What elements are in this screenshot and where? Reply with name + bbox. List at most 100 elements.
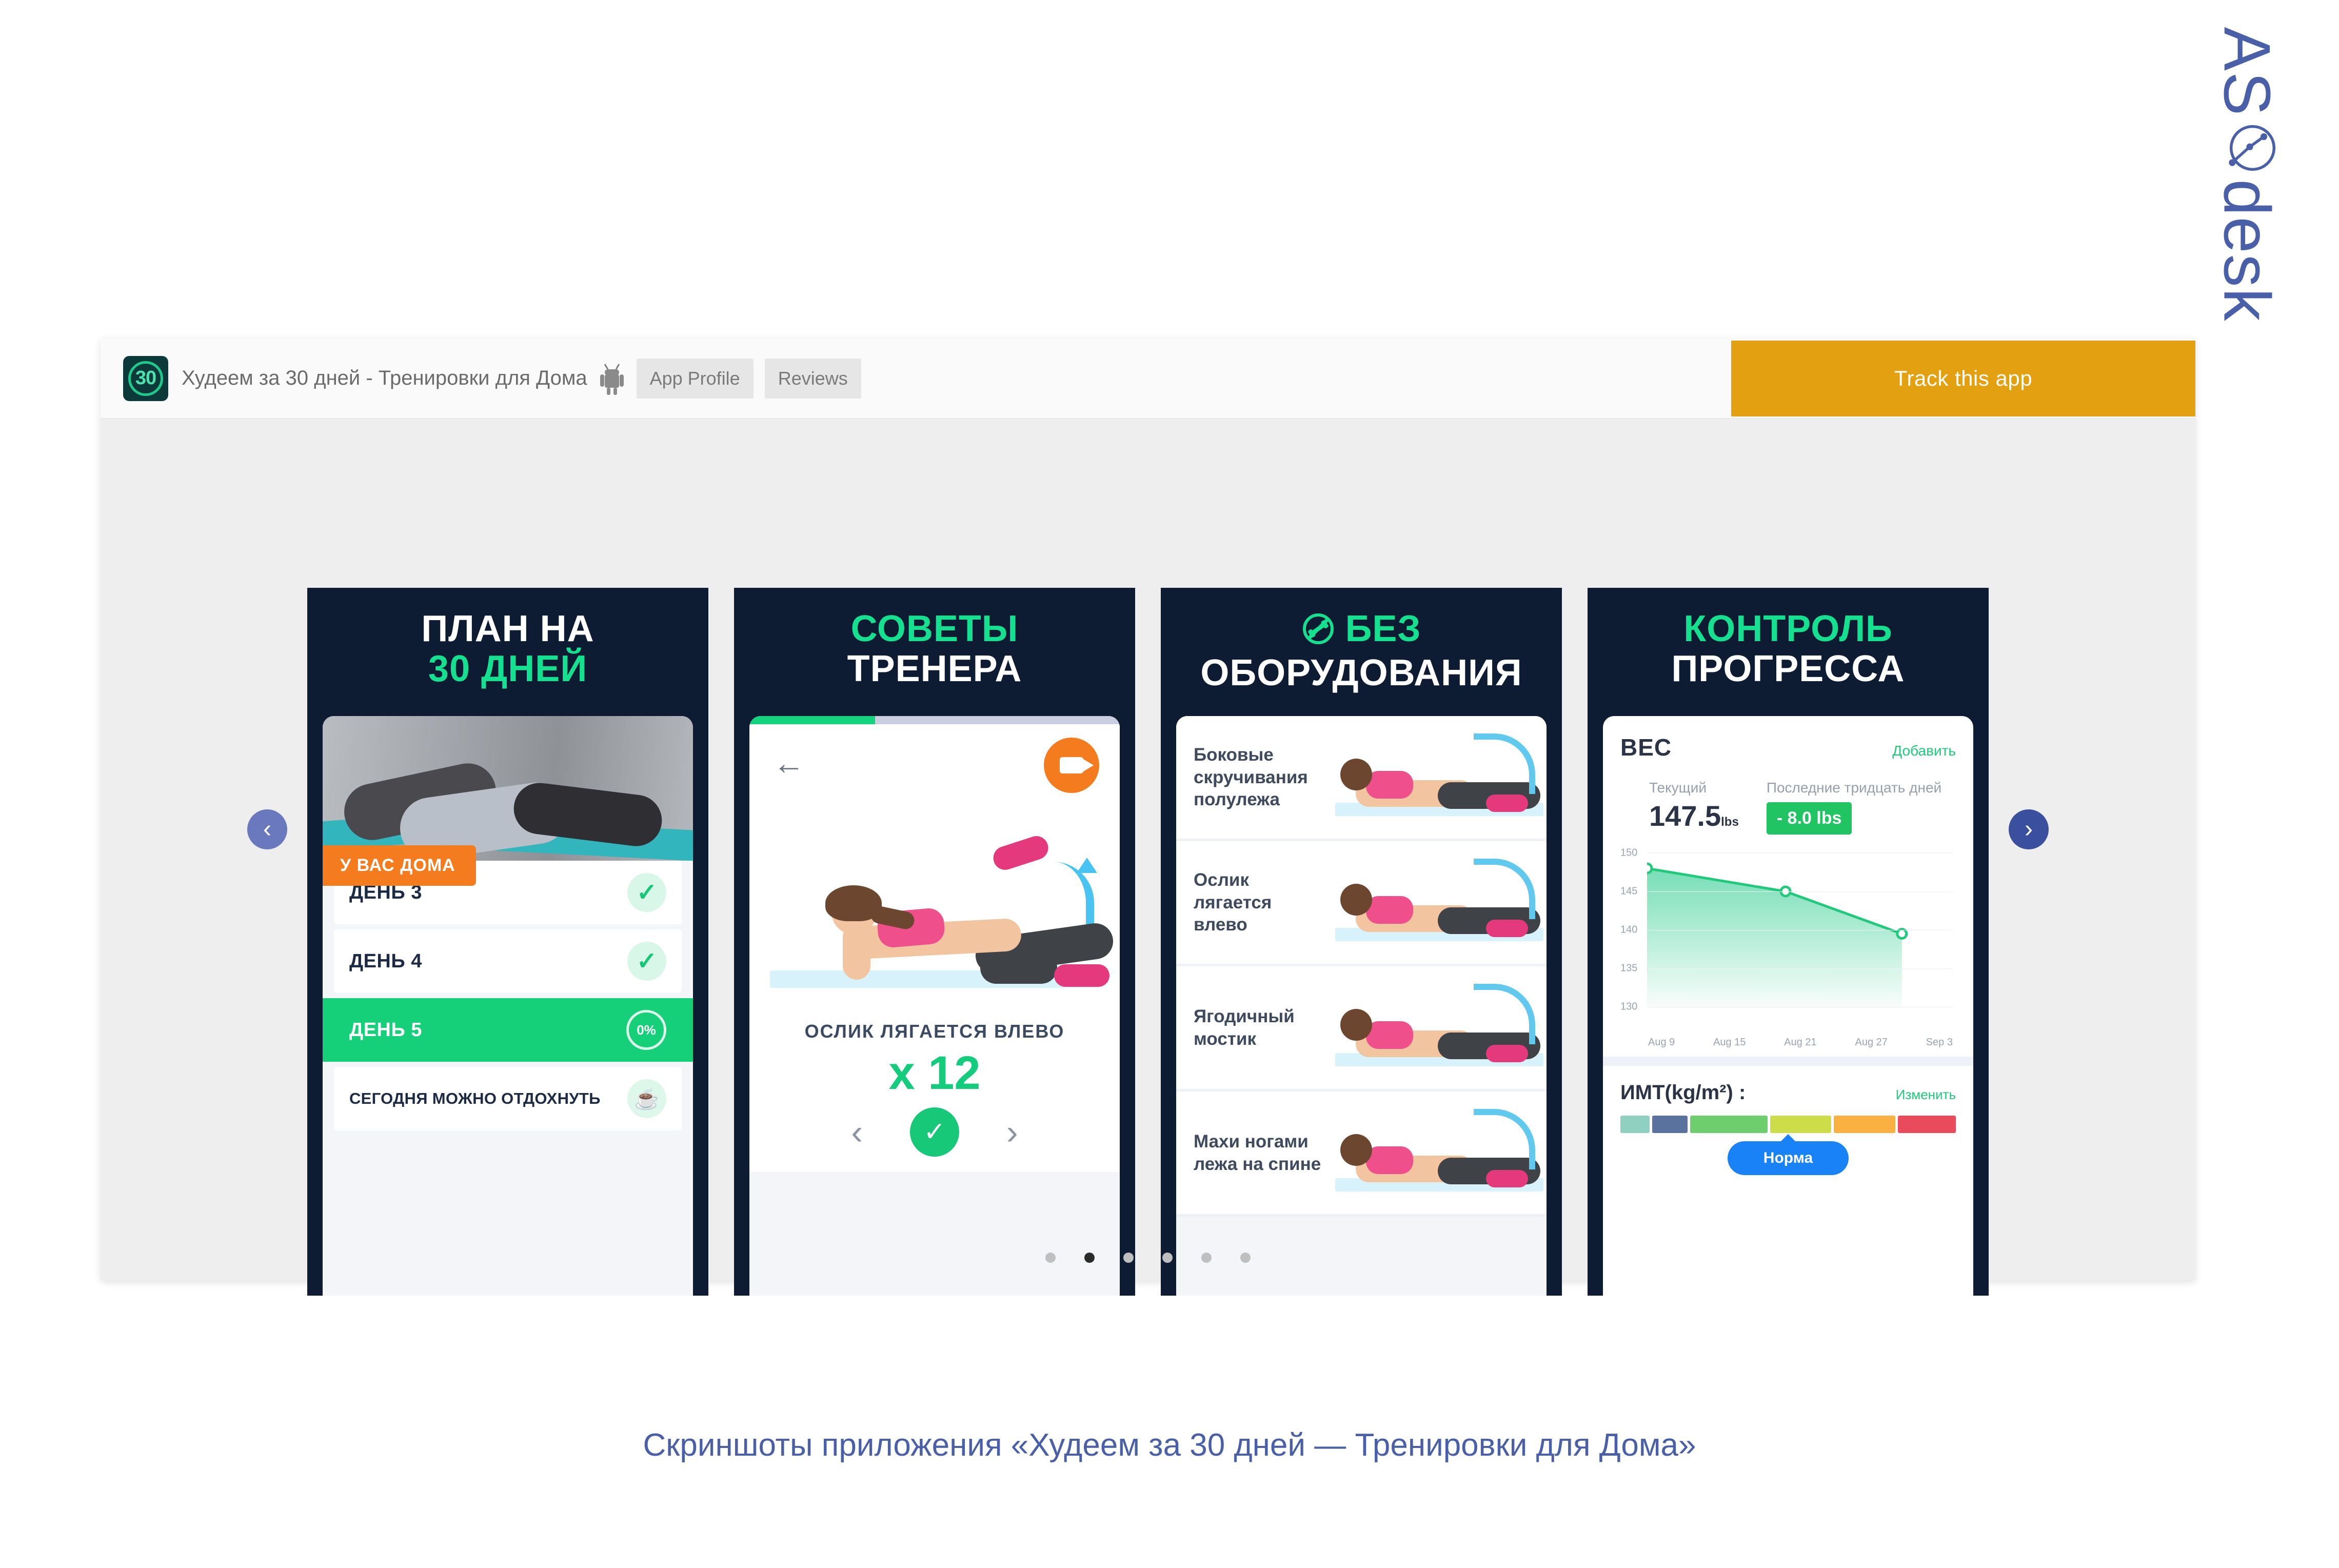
current-weight-unit: lbs bbox=[1721, 815, 1739, 829]
video-camera-icon[interactable] bbox=[1044, 738, 1099, 793]
screenshot-title-line2: ОБОРУДОВАНИЯ bbox=[1200, 652, 1522, 693]
screenshot-card-coach[interactable]: СОВЕТЫ ТРЕНЕРА ← ОСЛИК ЛЯГАЕТСЯ ВЛЕВО x … bbox=[734, 588, 1135, 1296]
asodesk-logo-a: AS bbox=[2210, 27, 2284, 117]
day-row-active[interactable]: ДЕНЬ 5 0% bbox=[323, 998, 693, 1062]
exercise-thumb bbox=[1330, 1091, 1547, 1214]
y-tick-140: 140 bbox=[1620, 924, 1638, 936]
back-arrow-icon[interactable]: ← bbox=[771, 746, 807, 782]
next-exercise-icon[interactable]: › bbox=[1006, 1115, 1018, 1149]
current-weight-block: Текущий 147.5lbs bbox=[1649, 780, 1739, 835]
current-weight-caption: Текущий bbox=[1649, 780, 1707, 796]
weight-panel: ВЕС Добавить Текущий 147.5lbs Последние … bbox=[1603, 716, 1973, 1296]
screenshot-title-line1: КОНТРОЛЬ bbox=[1683, 608, 1893, 649]
confirm-check-button[interactable]: ✓ bbox=[910, 1107, 959, 1157]
weight-chart: 150 145 140 135 130 bbox=[1620, 847, 1956, 1033]
screenshot-title-line2: 30 ДНЕЙ bbox=[428, 648, 588, 689]
y-tick-150: 150 bbox=[1620, 847, 1638, 859]
weight-delta-badge: - 8.0 lbs bbox=[1766, 802, 1852, 835]
exercise-thumb bbox=[1330, 841, 1547, 964]
check-icon: ✓ bbox=[627, 873, 666, 912]
exercise-reps: x 12 bbox=[749, 1042, 1120, 1107]
gallery-dot[interactable] bbox=[1123, 1253, 1134, 1263]
screenshot-title-line1: ПЛАН НА bbox=[421, 608, 594, 649]
y-tick-130: 130 bbox=[1620, 1001, 1638, 1013]
app-icon-label: 30 bbox=[128, 361, 163, 396]
y-tick-145: 145 bbox=[1620, 885, 1638, 897]
circle-chart-icon bbox=[2209, 120, 2285, 176]
day-row[interactable]: ДЕНЬ 4 ✓ bbox=[334, 929, 682, 993]
period-change-block: Последние тридцать дней - 8.0 lbs bbox=[1766, 780, 1942, 835]
check-icon: ✓ bbox=[627, 942, 666, 981]
gallery-dot[interactable] bbox=[1201, 1253, 1212, 1263]
exercise-list-item[interactable]: Ягодичный мостик bbox=[1176, 966, 1547, 1091]
gallery-dot[interactable] bbox=[1084, 1253, 1095, 1263]
screenshot-title-line1: СОВЕТЫ bbox=[850, 608, 1019, 649]
screenshot-gallery: ‹ › ПЛАН НА 30 ДНЕЙ У ВАС ДОМА ДЕНЬ 3 ✓ … bbox=[101, 419, 2195, 1296]
chart-data-point bbox=[1896, 928, 1908, 940]
screenshot-title: ПЛАН НА 30 ДНЕЙ bbox=[307, 588, 708, 689]
phone-mock-progress: ВЕС Добавить Текущий 147.5lbs Последние … bbox=[1603, 716, 1973, 1296]
progress-ring: 0% bbox=[626, 1010, 666, 1050]
bmi-header: ИМТ(kg/m²) : Изменить bbox=[1620, 1081, 1956, 1104]
cup-icon: ☕ bbox=[627, 1079, 666, 1118]
exercise-name: Боковые скручивания полулежа bbox=[1194, 744, 1308, 810]
day-label: ДЕНЬ 5 bbox=[349, 1019, 422, 1041]
gallery-dot[interactable] bbox=[1045, 1253, 1056, 1263]
x-tick: Sep 3 bbox=[1926, 1037, 1953, 1048]
bmi-segment bbox=[1690, 1116, 1768, 1133]
weight-chart-xaxis: Aug 9 Aug 15 Aug 21 Aug 27 Sep 3 bbox=[1620, 1033, 1956, 1048]
app-title: Худеем за 30 дней - Тренировки для Дома bbox=[182, 367, 587, 389]
weight-header: ВЕС Добавить bbox=[1620, 733, 1956, 761]
phone-mock-exercises: Боковые скручивания полулежа Ослик лягае… bbox=[1176, 716, 1547, 1296]
bmi-status-wrap: Норма bbox=[1620, 1141, 1956, 1175]
exercise-list-item[interactable]: Боковые скручивания полулежа bbox=[1176, 716, 1547, 841]
workout-progress-bar bbox=[749, 716, 1120, 724]
exercise-thumb bbox=[1330, 966, 1547, 1089]
no-equipment-word: БЕЗ bbox=[1345, 608, 1421, 649]
exercise-illustration bbox=[749, 801, 1120, 1011]
screenshot-card-no-equipment[interactable]: БЕЗ ОБОРУДОВАНИЯ Боковые скручивания пол… bbox=[1161, 588, 1562, 1296]
exercise-name: Ягодичный мостик bbox=[1194, 1006, 1295, 1049]
home-badge: У ВАС ДОМА bbox=[323, 845, 476, 886]
exercise-name: Махи ногами лежа на спине bbox=[1194, 1131, 1321, 1174]
bmi-segment bbox=[1620, 1116, 1650, 1133]
x-tick: Aug 21 bbox=[1784, 1037, 1817, 1048]
x-tick: Aug 27 bbox=[1855, 1037, 1888, 1048]
bmi-label: ИМТ(kg/m²) : bbox=[1620, 1081, 1746, 1104]
edit-bmi-button[interactable]: Изменить bbox=[1896, 1087, 1956, 1103]
current-weight-value: 147.5lbs bbox=[1649, 799, 1739, 832]
tab-reviews[interactable]: Reviews bbox=[764, 358, 861, 399]
period-caption: Последние тридцать дней bbox=[1766, 780, 1942, 796]
coach-toolbar: ← bbox=[749, 724, 1120, 801]
exercise-list-item[interactable]: Махи ногами лежа на спине bbox=[1176, 1091, 1547, 1217]
rest-label: СЕГОДНЯ МОЖНО ОТДОХНУТЬ bbox=[349, 1089, 601, 1107]
chart-data-point bbox=[1647, 862, 1653, 875]
track-this-app-button[interactable]: Track this app bbox=[1731, 341, 2195, 416]
prev-exercise-icon[interactable]: ‹ bbox=[851, 1115, 863, 1149]
screenshot-title-line1: БЕЗ bbox=[1167, 609, 1556, 653]
gallery-dot[interactable] bbox=[1162, 1253, 1173, 1263]
current-weight-number: 147.5 bbox=[1649, 800, 1721, 832]
bmi-segment bbox=[1652, 1116, 1688, 1133]
screenshot-title-line2: ТРЕНЕРА bbox=[847, 648, 1022, 689]
rest-row[interactable]: СЕГОДНЯ МОЖНО ОТДОХНУТЬ ☕ bbox=[334, 1067, 682, 1130]
gallery-dot[interactable] bbox=[1240, 1253, 1251, 1263]
phone-mock-coach: ← ОСЛИК ЛЯГАЕТСЯ ВЛЕВО x 12 ‹ ✓ › bbox=[749, 716, 1120, 1296]
no-equipment-icon bbox=[1302, 612, 1335, 653]
screenshot-title-line2: ПРОГРЕССА bbox=[1671, 648, 1905, 689]
add-weight-button[interactable]: Добавить bbox=[1892, 743, 1956, 759]
tab-app-profile[interactable]: App Profile bbox=[636, 358, 754, 399]
android-icon bbox=[599, 362, 625, 395]
weight-chart-plot bbox=[1647, 862, 1908, 1007]
exercise-list-item[interactable]: Ослик лягается влево bbox=[1176, 841, 1547, 966]
screenshot-list: ПЛАН НА 30 ДНЕЙ У ВАС ДОМА ДЕНЬ 3 ✓ ДЕНЬ… bbox=[101, 419, 2195, 1296]
x-tick: Aug 9 bbox=[1648, 1037, 1675, 1048]
day-label: ДЕНЬ 4 bbox=[349, 950, 422, 972]
weight-label: ВЕС bbox=[1620, 734, 1672, 761]
screenshot-card-plan[interactable]: ПЛАН НА 30 ДНЕЙ У ВАС ДОМА ДЕНЬ 3 ✓ ДЕНЬ… bbox=[307, 588, 708, 1296]
app-header: 30 Худеем за 30 дней - Тренировки для До… bbox=[101, 339, 2195, 419]
hero-photo bbox=[323, 716, 693, 861]
bmi-segment bbox=[1834, 1116, 1895, 1133]
bmi-segment bbox=[1770, 1116, 1832, 1133]
screenshot-card-progress[interactable]: КОНТРОЛЬ ПРОГРЕССА ВЕС Добавить Текущий … bbox=[1588, 588, 1989, 1296]
